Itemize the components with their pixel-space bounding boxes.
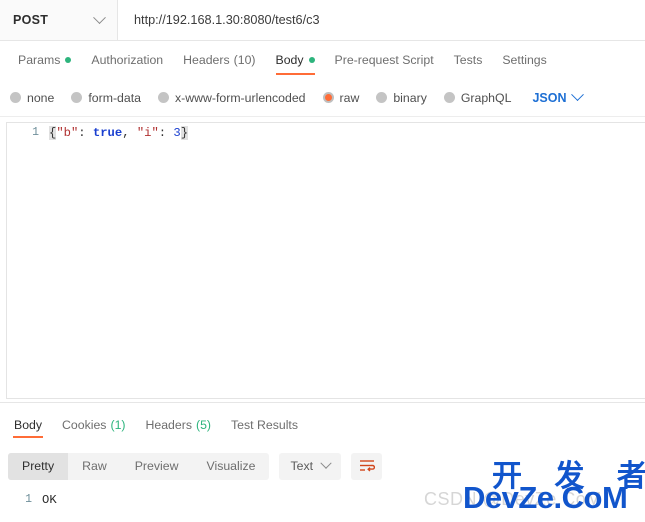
tab-pre-request-script-label: Pre-request Script (334, 53, 434, 67)
body-type-binary[interactable]: binary (376, 91, 427, 105)
tab-params-label: Params (18, 53, 61, 67)
body-type-raw-label: raw (339, 90, 360, 105)
tab-body[interactable]: Body (266, 41, 325, 79)
tab-headers[interactable]: Headers (10) (173, 41, 265, 79)
body-type-none[interactable]: none (10, 91, 54, 105)
tab-authorization[interactable]: Authorization (81, 41, 173, 79)
token-key-i: "i" (136, 126, 159, 140)
radio-icon (376, 92, 388, 103)
word-wrap-button[interactable] (351, 452, 383, 480)
radio-icon (157, 92, 169, 103)
tab-params[interactable]: Params (8, 41, 81, 79)
view-mode-raw[interactable]: Raw (68, 453, 121, 480)
token-colon-1: : (78, 126, 93, 140)
editor-line-number: 1 (32, 126, 39, 139)
response-format-select[interactable]: Text (279, 452, 342, 480)
panel-splitter[interactable] (0, 402, 645, 403)
response-tab-body-label: Body (14, 418, 43, 432)
token-comma: , (122, 126, 137, 140)
unsaved-dot-icon (65, 57, 72, 63)
chevron-down-icon (571, 88, 585, 102)
token-key-b: "b" (56, 126, 79, 140)
editor-code[interactable]: {"b": true, "i": 3} (49, 125, 189, 141)
tab-body-label: Body (275, 53, 304, 67)
editor-line: 1 {"b": true, "i": 3} (7, 123, 645, 142)
tab-authorization-label: Authorization (91, 53, 164, 67)
chevron-down-icon (93, 10, 106, 24)
token-colon-2: : (158, 126, 174, 140)
request-url-field-wrapper[interactable] (118, 0, 645, 40)
response-tab-cookies-label: Cookies (62, 418, 107, 432)
view-mode-visualize[interactable]: Visualize (192, 453, 269, 480)
response-view-mode-group: Pretty Raw Preview Visualize (8, 452, 270, 480)
body-type-binary-label: binary (393, 90, 427, 105)
response-tab-test-results-label: Test Results (231, 418, 298, 432)
tab-tests-label: Tests (453, 53, 483, 67)
http-method-label: POST (13, 13, 49, 27)
token-value-true: true (92, 126, 123, 140)
body-type-graphql-label: GraphQL (460, 90, 512, 105)
tab-headers-label: Headers (183, 53, 230, 67)
response-tab-headers[interactable]: Headers (5) (136, 410, 222, 440)
word-wrap-icon (359, 460, 375, 472)
tab-settings-label: Settings (502, 53, 547, 67)
tab-tests[interactable]: Tests (444, 41, 493, 79)
response-tab-headers-label: Headers (145, 418, 192, 432)
unsaved-dot-icon (308, 57, 315, 63)
raw-format-select[interactable]: JSON (532, 88, 585, 105)
request-url-bar: POST (0, 0, 645, 41)
body-type-selector: none form-data x-www-form-urlencoded raw… (0, 79, 645, 117)
radio-icon (443, 92, 455, 103)
tab-settings[interactable]: Settings (492, 41, 556, 79)
view-mode-pretty[interactable]: Pretty (8, 452, 69, 480)
body-type-urlencoded-label: x-www-form-urlencoded (174, 90, 306, 105)
response-tab-test-results[interactable]: Test Results (221, 410, 308, 440)
view-mode-raw-label: Raw (82, 459, 107, 473)
response-body-text: OK (42, 493, 57, 507)
body-type-raw[interactable]: raw (322, 90, 360, 105)
response-toolbar: Pretty Raw Preview Visualize Text (0, 446, 645, 486)
request-body-editor[interactable]: 1 {"b": true, "i": 3} (6, 122, 645, 399)
tab-headers-count: (10) (233, 53, 256, 67)
view-mode-visualize-label: Visualize (206, 459, 256, 473)
view-mode-preview-label: Preview (134, 459, 179, 473)
body-type-urlencoded[interactable]: x-www-form-urlencoded (157, 90, 306, 105)
view-mode-preview[interactable]: Preview (121, 453, 193, 480)
response-tab-cookies-count: (1) (110, 418, 126, 432)
request-tabs: Params Authorization Headers (10) Body P… (0, 41, 645, 79)
radio-selected-icon (322, 92, 334, 103)
http-method-select[interactable]: POST (0, 0, 118, 40)
response-tab-body[interactable]: Body (4, 410, 52, 440)
response-tab-cookies[interactable]: Cookies (1) (52, 410, 135, 440)
response-line-number: 1 (25, 493, 32, 506)
request-url-input[interactable] (132, 12, 631, 28)
body-type-form-data-label: form-data (88, 90, 141, 105)
token-close-brace: } (180, 126, 189, 140)
body-type-none-label: none (27, 90, 55, 105)
view-mode-pretty-label: Pretty (22, 459, 55, 473)
response-tab-headers-count: (5) (195, 418, 212, 432)
body-type-form-data[interactable]: form-data (71, 91, 141, 105)
radio-icon (71, 92, 83, 103)
radio-icon (10, 92, 21, 103)
body-type-graphql[interactable]: GraphQL (443, 90, 512, 105)
chevron-down-icon (320, 457, 332, 469)
response-line: 1 OK (0, 490, 645, 509)
raw-format-label: JSON (532, 90, 567, 105)
response-tabs: Body Cookies (1) Headers (5) Test Result… (0, 410, 645, 440)
response-body-viewer[interactable]: 1 OK (0, 490, 645, 522)
response-format-label: Text (290, 459, 314, 473)
token-value-3: 3 (173, 126, 181, 140)
tab-pre-request-script[interactable]: Pre-request Script (325, 41, 444, 79)
